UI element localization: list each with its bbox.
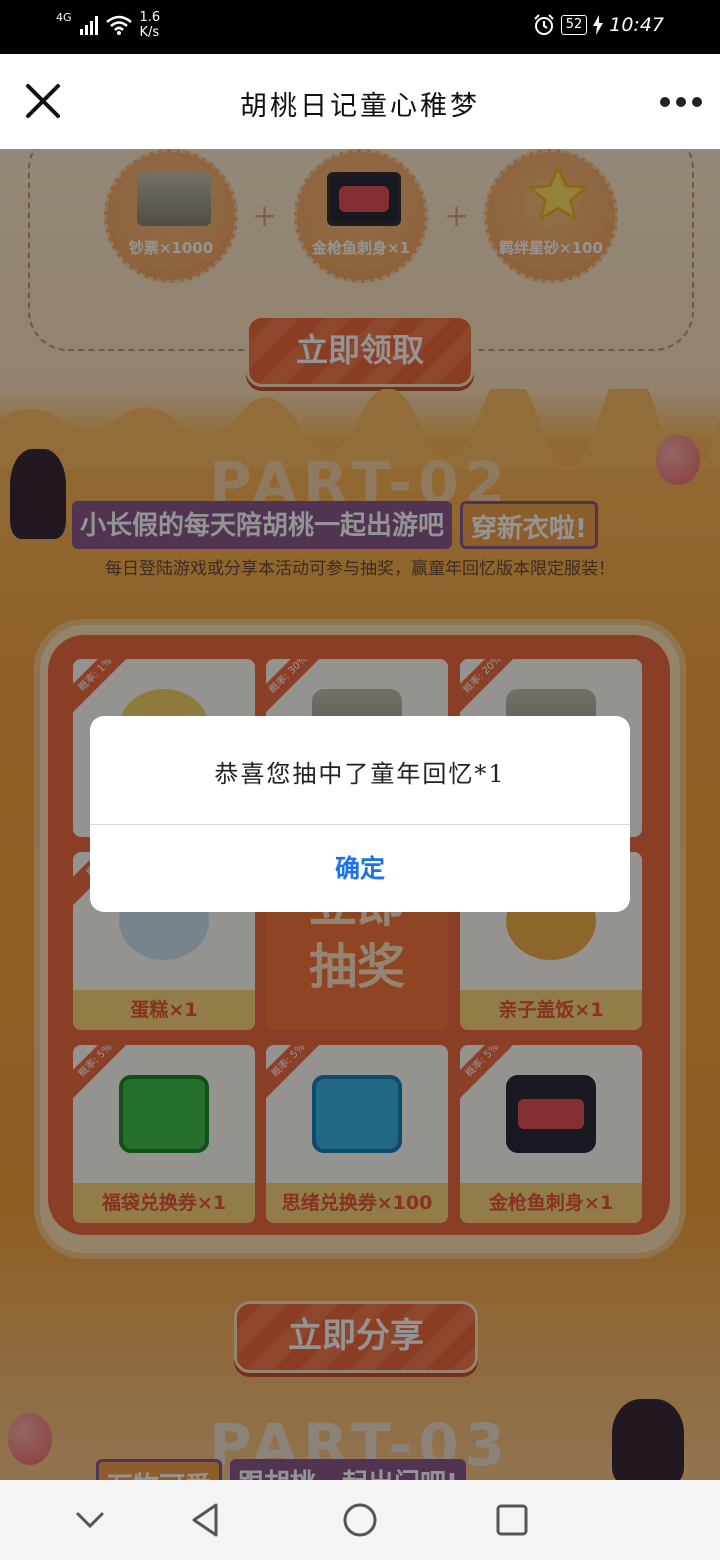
dialog-message: 恭喜您抽中了童年回忆*1 [214, 760, 506, 788]
title-bar: 胡桃日记童心稚梦 [0, 54, 720, 149]
charging-icon [593, 15, 604, 35]
page-title: 胡桃日记童心稚梦 [240, 91, 480, 122]
chevron-down-icon[interactable] [70, 1500, 110, 1540]
signal-icon [79, 15, 98, 35]
result-dialog: 恭喜您抽中了童年回忆*1 确定 [90, 716, 630, 912]
recents-square-icon[interactable] [492, 1500, 532, 1540]
clock: 10:47 [609, 14, 664, 36]
more-dots-icon[interactable] [658, 92, 704, 112]
back-triangle-icon[interactable] [186, 1500, 226, 1540]
network-speed-value: 1.6 [139, 10, 161, 25]
status-left: 4G 1.6 K/s [56, 10, 160, 40]
confirm-button[interactable]: 确定 [90, 825, 630, 912]
home-circle-icon[interactable] [340, 1500, 380, 1540]
network-type: 4G [56, 10, 72, 24]
status-right: 52 10:47 [533, 14, 664, 36]
wifi-icon [105, 15, 132, 35]
alarm-icon [533, 14, 554, 35]
status-bar: 4G 1.6 K/s 52 10:47 [0, 0, 720, 54]
battery-icon: 52 [560, 15, 588, 35]
network-speed-unit: K/s [139, 25, 160, 40]
system-nav-bar [0, 1480, 720, 1560]
network-speed: 1.6 K/s [140, 10, 161, 40]
